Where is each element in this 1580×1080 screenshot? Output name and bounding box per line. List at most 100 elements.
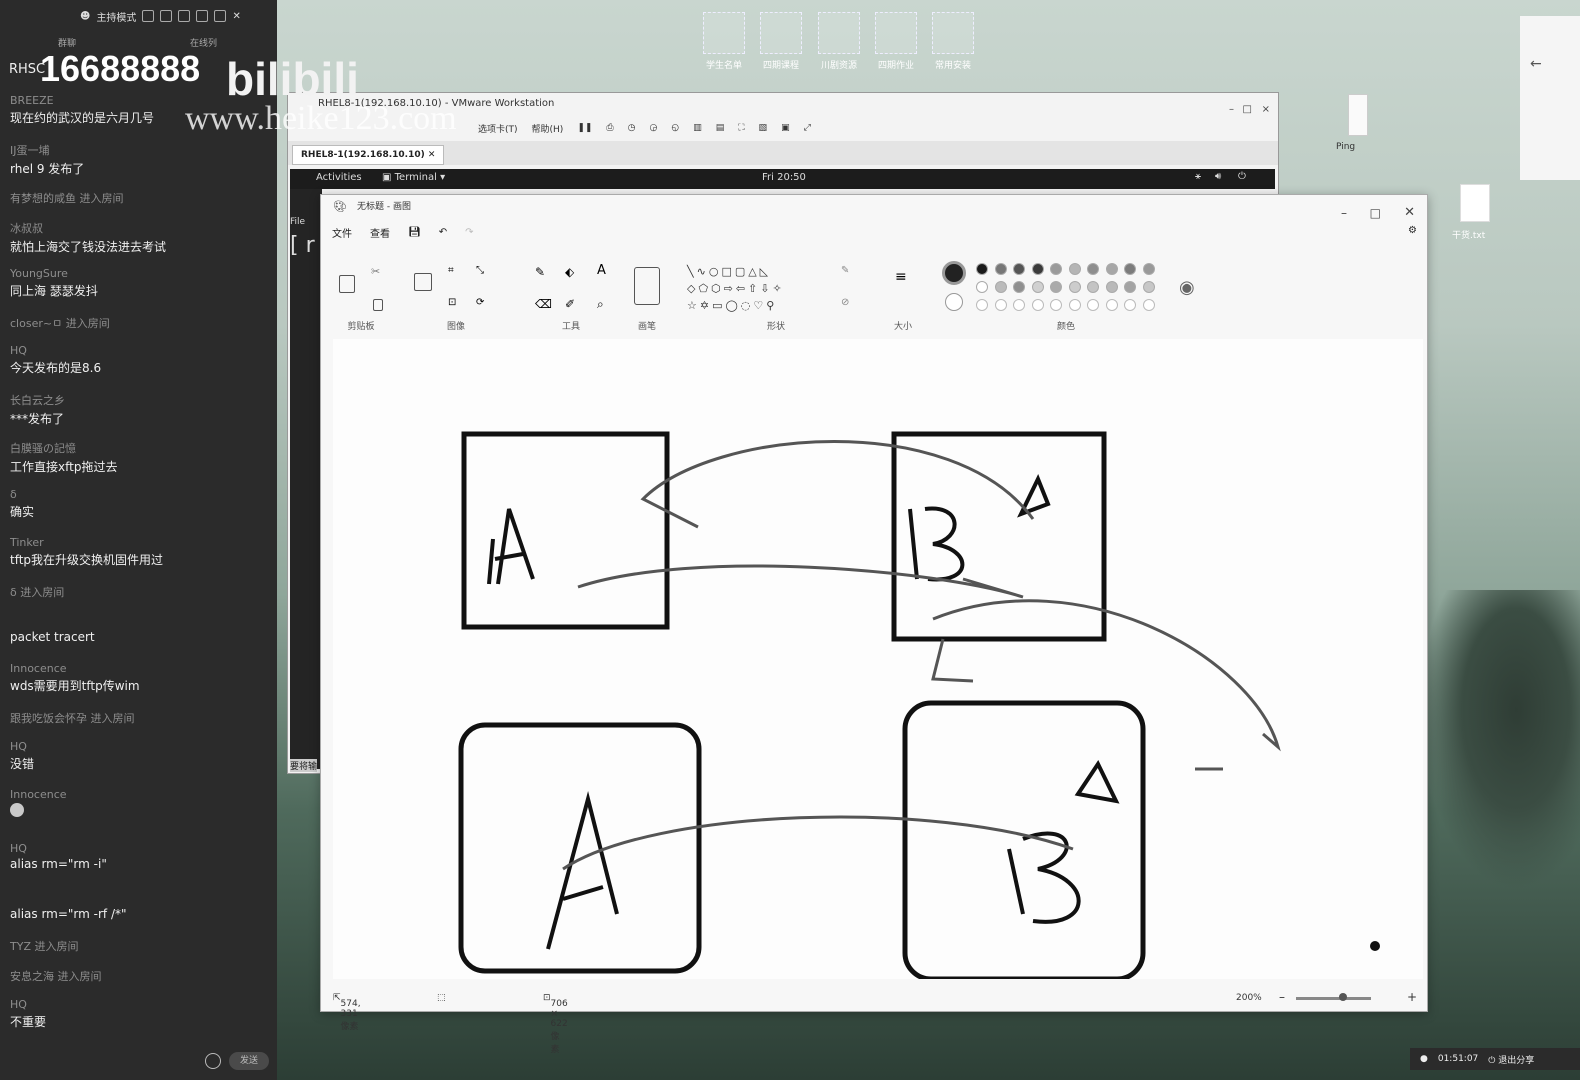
- volume-icon[interactable]: 🔊︎: [1215, 171, 1221, 182]
- custom-color-slot[interactable]: [1124, 299, 1136, 311]
- color-swatch[interactable]: [1124, 263, 1136, 275]
- popout-icon[interactable]: [160, 10, 173, 22]
- resize-icon[interactable]: ⤡: [476, 265, 484, 276]
- color-swatch[interactable]: [1087, 263, 1099, 275]
- redo-icon[interactable]: ↷: [465, 227, 473, 238]
- primary-color[interactable]: [942, 261, 966, 285]
- menu-view[interactable]: 查看: [370, 225, 390, 240]
- custom-color-slot[interactable]: [1105, 299, 1118, 311]
- send-keys-icon[interactable]: ⎙: [606, 123, 613, 133]
- text-tool-icon[interactable]: A: [597, 263, 606, 278]
- custom-color-slot[interactable]: [1013, 299, 1025, 311]
- fill-icon[interactable]: ⬖: [565, 265, 574, 279]
- desktop-icon-homework[interactable]: 四期作业: [865, 12, 927, 71]
- desktop-icon-courses[interactable]: 四期课程: [750, 12, 812, 71]
- eraser-icon[interactable]: ⌫: [535, 297, 552, 311]
- line-size-icon[interactable]: ≡: [895, 269, 907, 285]
- color-swatch[interactable]: [1013, 281, 1025, 293]
- color-swatch[interactable]: [1124, 281, 1136, 293]
- paint-canvas[interactable]: [333, 339, 1423, 982]
- save-icon[interactable]: 💾︎: [408, 227, 421, 238]
- paste-icon[interactable]: [339, 275, 355, 293]
- rotate-icon[interactable]: ⟳: [476, 297, 484, 308]
- unity-icon[interactable]: ▧: [759, 123, 768, 133]
- color-swatch[interactable]: [976, 281, 988, 293]
- color-swatch[interactable]: [1068, 281, 1081, 293]
- zoom-out-icon[interactable]: –: [1279, 990, 1285, 1004]
- color-swatch[interactable]: [994, 281, 1007, 293]
- fullscreen-icon[interactable]: ⛶: [738, 123, 744, 133]
- color-swatch[interactable]: [1142, 263, 1155, 275]
- custom-color-slot[interactable]: [1050, 299, 1062, 311]
- view-library-icon[interactable]: ▥: [693, 123, 702, 133]
- minimize-icon[interactable]: –: [1229, 99, 1234, 121]
- color-swatch[interactable]: [1013, 263, 1025, 275]
- terminal-app-menu[interactable]: ▣ Terminal ▾: [382, 172, 445, 183]
- custom-color-slot[interactable]: [994, 299, 1007, 311]
- activities-button[interactable]: Activities: [316, 172, 362, 183]
- color-swatch[interactable]: [1105, 263, 1118, 275]
- desktop-icon-install[interactable]: 常用安装: [922, 12, 984, 71]
- undo-icon[interactable]: ↶: [439, 227, 447, 238]
- menu-file[interactable]: 文件: [332, 225, 352, 240]
- edit-colors-icon[interactable]: ◉: [1179, 277, 1195, 298]
- custom-color-slot[interactable]: [1068, 299, 1081, 311]
- terminal-body[interactable]: File [ r 要将输: [290, 189, 322, 772]
- close-icon[interactable]: ×: [1262, 99, 1270, 121]
- browser-window-edge[interactable]: ←: [1520, 16, 1580, 180]
- color-swatch[interactable]: [1050, 263, 1062, 275]
- maximize-icon[interactable]: □: [1243, 99, 1252, 121]
- maximize-icon[interactable]: [214, 10, 227, 22]
- copy-icon[interactable]: [373, 299, 383, 311]
- console-icon[interactable]: ▣: [781, 123, 790, 133]
- cut-icon[interactable]: ✂: [371, 265, 380, 278]
- vm-tab[interactable]: RHEL8-1(192.168.10.10) ✕: [292, 145, 445, 165]
- shape-gallery[interactable]: ╲∿○□▢△◺ ◇⬠⬡⇨⇦⇧⇩✧ ☆✡▭◯◌♡⚲: [687, 263, 785, 314]
- close-icon[interactable]: ✕: [232, 11, 240, 22]
- snapshot-icon[interactable]: ◷: [628, 123, 636, 133]
- desktop-icon-resources[interactable]: 川剧资源: [808, 12, 870, 71]
- menu-tabs[interactable]: 选项卡(T): [478, 122, 518, 135]
- color-swatch[interactable]: [1105, 281, 1118, 293]
- manage-snapshot-icon[interactable]: ◵: [671, 123, 679, 133]
- color-swatch[interactable]: [976, 263, 988, 275]
- brush-icon[interactable]: [634, 267, 660, 305]
- color-swatch[interactable]: [1068, 263, 1081, 275]
- crop-icon[interactable]: ⌗: [448, 265, 454, 276]
- settings-icon[interactable]: [142, 10, 155, 22]
- outline-icon[interactable]: ✎: [841, 265, 849, 276]
- color-swatch[interactable]: [1142, 281, 1155, 293]
- paint-window[interactable]: 🎨︎ 无标题 - 画图 – □ ✕ 文件 查看 💾︎ ↶ ↷ ⚙ ✂ 剪贴板 ⌗…: [320, 194, 1428, 1055]
- color-swatch[interactable]: [994, 263, 1007, 275]
- shape-fill-icon[interactable]: ⊘: [841, 297, 849, 308]
- terminal-file-menu[interactable]: File: [290, 217, 322, 227]
- color-swatch[interactable]: [1031, 263, 1044, 275]
- zoom-slider-knob[interactable]: [1339, 993, 1347, 1001]
- ping-file-icon[interactable]: [1348, 94, 1368, 136]
- pause-icon[interactable]: ❚❚: [577, 123, 592, 133]
- close-icon[interactable]: ✕: [1404, 201, 1415, 225]
- color-swatch[interactable]: [1050, 281, 1062, 293]
- text-file-icon[interactable]: [1460, 184, 1490, 222]
- custom-color-slot[interactable]: [1031, 299, 1044, 311]
- select-icon[interactable]: [414, 273, 432, 291]
- gnome-clock[interactable]: Fri 20:50: [762, 172, 806, 183]
- custom-color-slot[interactable]: [976, 299, 988, 311]
- zoom-slider[interactable]: [1296, 997, 1371, 1000]
- power-icon[interactable]: ⏻: [1238, 171, 1246, 182]
- minimize-icon[interactable]: –: [1341, 201, 1347, 225]
- revert-snapshot-icon[interactable]: ◶: [649, 123, 657, 133]
- color-picker-icon[interactable]: ✐: [565, 297, 575, 311]
- custom-color-slot[interactable]: [1142, 299, 1155, 311]
- maximize-icon[interactable]: □: [1370, 201, 1381, 225]
- menu-icon[interactable]: [178, 10, 191, 22]
- view-thumbnail-icon[interactable]: ▤: [716, 123, 725, 133]
- magnifier-icon[interactable]: ⌕: [597, 297, 604, 312]
- desktop-icon-student-list[interactable]: 学生名单: [693, 12, 755, 71]
- custom-color-slot[interactable]: [1087, 299, 1099, 311]
- settings-icon[interactable]: ⚙: [1408, 225, 1417, 236]
- back-arrow-icon[interactable]: ←: [1530, 56, 1542, 72]
- color-swatch[interactable]: [1087, 281, 1099, 293]
- stretch-icon[interactable]: ⤢: [804, 123, 811, 133]
- secondary-color[interactable]: [945, 293, 963, 311]
